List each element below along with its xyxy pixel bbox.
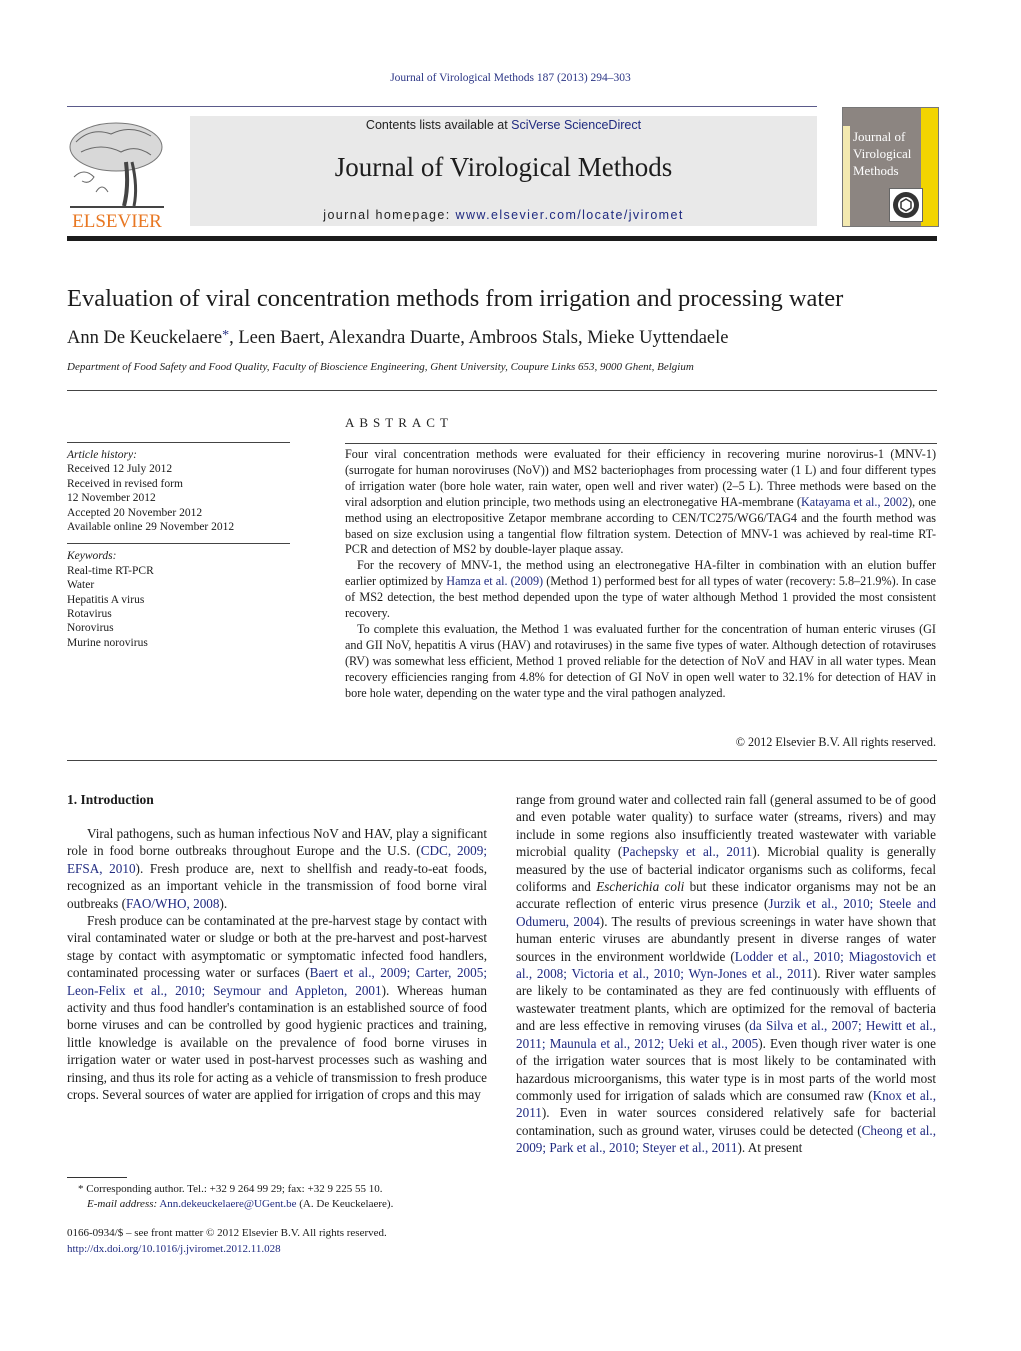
author-name: Mieke Uyttendaele xyxy=(587,328,729,348)
journal-title: Journal of Virological Methods xyxy=(334,152,673,182)
homepage-prefix: journal homepage: xyxy=(323,208,456,222)
body-column-right: range from ground water and collected ra… xyxy=(516,791,936,1157)
masthead-bottom-rule xyxy=(67,236,937,241)
abstract-rule xyxy=(345,443,937,444)
issn-line: 0166-0934/$ – see front matter © 2012 El… xyxy=(67,1227,387,1239)
abstract-body: Four viral concentration methods were ev… xyxy=(345,447,936,702)
body-paragraph: range from ground water and collected ra… xyxy=(516,791,936,1157)
contents-line: Contents lists available at SciVerse Sci… xyxy=(190,118,817,132)
email-label: E-mail address: xyxy=(87,1198,158,1210)
affiliation: Department of Food Safety and Food Quali… xyxy=(67,361,694,373)
article-title: Evaluation of viral concentration method… xyxy=(67,285,844,312)
history-item: Received 12 July 2012 xyxy=(67,463,173,476)
doi-link[interactable]: http://dx.doi.org/10.1016/j.jviromet.201… xyxy=(67,1242,387,1258)
cover-yellow-band xyxy=(921,108,938,226)
cover-stripe xyxy=(843,126,850,226)
title-block-rule xyxy=(67,390,937,391)
masthead-banner: Contents lists available at SciVerse Sci… xyxy=(190,116,817,226)
abstract-paragraph: Four viral concentration methods were ev… xyxy=(345,447,936,558)
journal-cover-image[interactable]: Journal of Virological Methods xyxy=(842,107,939,227)
section-heading-introduction: 1. Introduction xyxy=(67,792,154,807)
article-history-label: Article history: xyxy=(67,449,137,461)
cover-virus-emblem-icon xyxy=(889,188,923,222)
footnote-contact: Corresponding author. Tel.: +32 9 264 99… xyxy=(86,1183,383,1195)
history-item: Available online 29 November 2012 xyxy=(67,521,235,534)
abstract-paragraph: For the recovery of MNV-1, the method us… xyxy=(345,558,936,622)
body-text: ). Whereas human activity and thus food … xyxy=(67,982,487,1103)
elsevier-logo[interactable]: ELSEVIER xyxy=(66,117,168,232)
footnote-line: E-mail address: Ann.dekeuckelaere@UGent.… xyxy=(78,1197,393,1212)
citation-link[interactable]: Pachepsky et al., 2011 xyxy=(622,844,752,859)
history-item: 12 November 2012 xyxy=(67,492,156,505)
footnote-line: * Corresponding author. Tel.: +32 9 264 … xyxy=(78,1182,393,1197)
corresponding-author-footnote: * Corresponding author. Tel.: +32 9 264 … xyxy=(78,1182,393,1212)
contents-prefix: Contents lists available at xyxy=(365,118,512,132)
sciencedirect-link[interactable]: SciVerse ScienceDirect xyxy=(511,118,641,132)
keyword: Norovirus xyxy=(67,622,114,635)
citation-link[interactable]: Hamza et al. (2009) xyxy=(446,574,543,588)
cover-title-line: Methods xyxy=(853,163,899,178)
corresponding-author-marker[interactable]: * xyxy=(222,328,229,343)
journal-homepage-link[interactable]: www.elsevier.com/locate/jviromet xyxy=(456,208,684,222)
history-item: Accepted 20 November 2012 xyxy=(67,506,203,519)
keywords-rule xyxy=(67,543,290,545)
email-suffix: (A. De Keuckelaere). xyxy=(296,1198,394,1210)
citation-link[interactable]: Katayama et al., 2002 xyxy=(801,495,908,509)
abstract-bottom-rule xyxy=(67,760,937,761)
body-text: ). At present xyxy=(737,1140,803,1156)
abstract-paragraph: To complete this evaluation, the Method … xyxy=(345,621,936,700)
species-name: Escherichia coli xyxy=(596,879,685,895)
cover-title-line: Journal of xyxy=(853,129,906,144)
author-name: Ann De Keuckelaere xyxy=(67,328,223,348)
abstract-heading: ABSTRACT xyxy=(345,415,453,430)
body-paragraph: Viral pathogens, such as human infectiou… xyxy=(67,825,487,912)
keyword: Murine norovirus xyxy=(67,636,148,649)
masthead-top-rule xyxy=(67,106,817,107)
footnote-marker: * xyxy=(78,1183,84,1195)
keywords-label: Keywords: xyxy=(67,550,117,563)
article-info: Article history: Received 12 July 2012 R… xyxy=(67,442,290,659)
article-history: Article history: Received 12 July 2012 R… xyxy=(67,448,290,534)
author-name: Leen Baert xyxy=(238,328,321,348)
email-link[interactable]: Ann.dekeuckelaere@UGent.be xyxy=(159,1198,296,1210)
author-name: Alexandra Duarte xyxy=(328,328,461,348)
running-head-citation[interactable]: Journal of Virological Methods 187 (2013… xyxy=(0,72,1021,84)
body-paragraph: Fresh produce can be contaminated at the… xyxy=(67,912,487,1103)
author-list: Ann De Keuckelaere*, Leen Baert, Alexand… xyxy=(67,328,729,348)
front-matter: 0166-0934/$ – see front matter © 2012 El… xyxy=(67,1226,387,1257)
homepage-line: journal homepage: www.elsevier.com/locat… xyxy=(190,208,817,222)
history-item: Received in revised form xyxy=(67,477,183,490)
footnote-rule xyxy=(67,1177,127,1178)
keywords: Keywords: Real-time RT-PCR Water Hepatit… xyxy=(67,549,290,650)
author-name: Ambroos Stals xyxy=(468,328,578,348)
elsevier-tree-icon: ELSEVIER xyxy=(69,122,164,232)
elsevier-wordmark: ELSEVIER xyxy=(72,211,162,230)
keyword: Water xyxy=(67,579,95,592)
citation-link[interactable]: FAO/WHO, 2008 xyxy=(126,896,220,911)
article-info-rule xyxy=(67,442,290,443)
keyword: Hepatitis A virus xyxy=(67,593,145,606)
keyword: Real-time RT-PCR xyxy=(67,564,154,577)
body-column-left: Viral pathogens, such as human infectiou… xyxy=(67,825,487,1104)
body-text: ). xyxy=(219,895,228,911)
abstract-copyright: © 2012 Elsevier B.V. All rights reserved… xyxy=(735,735,936,749)
keyword: Rotavirus xyxy=(67,608,112,621)
cover-title-line: Virological xyxy=(853,146,912,161)
cover-title: Journal of Virological Methods xyxy=(853,128,911,179)
